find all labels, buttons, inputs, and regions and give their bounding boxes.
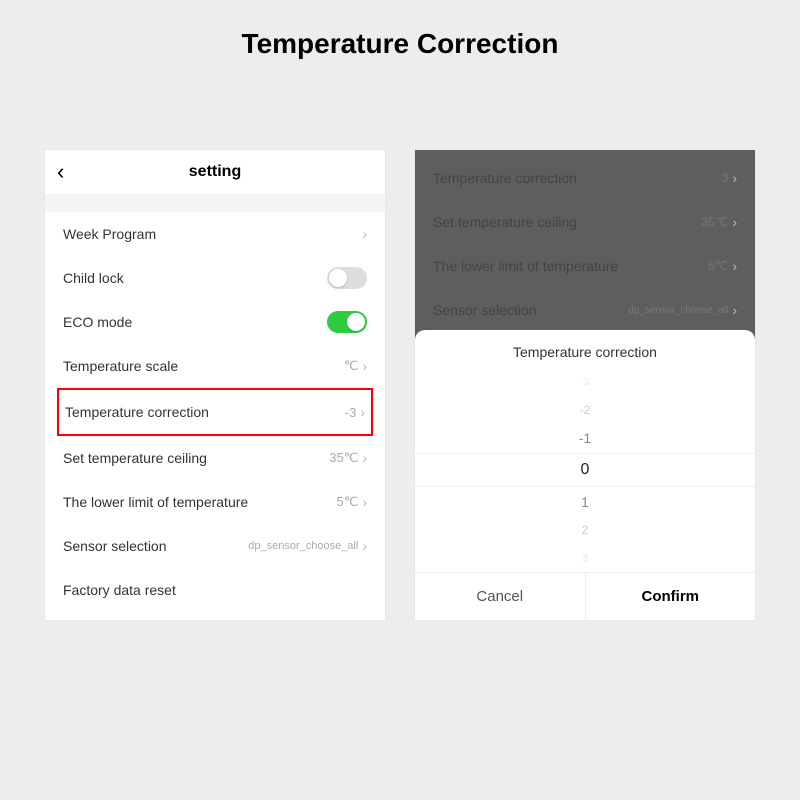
wheel-option[interactable]: 3	[582, 545, 588, 571]
chevron-right-icon: ›	[360, 404, 365, 420]
row-value: 5℃›	[336, 494, 367, 510]
picker-title: Temperature correction	[415, 330, 755, 368]
wheel-option-selected[interactable]: 0	[415, 453, 755, 487]
settings-header: ‹ setting	[45, 150, 385, 194]
row-label: Factory data reset	[63, 582, 176, 598]
picker-sheet: Temperature correction -3 -2 -1 0 1 2 3 …	[415, 330, 755, 620]
chevron-right-icon: ›	[732, 170, 737, 186]
picker-wheel[interactable]: -3 -2 -1 0 1 2 3	[415, 368, 755, 572]
row-label: Temperature correction	[65, 404, 209, 420]
row-child-lock: Child lock	[63, 256, 367, 300]
back-icon[interactable]: ‹	[57, 161, 64, 183]
header-gap	[45, 194, 385, 212]
chevron-right-icon: ›	[362, 226, 367, 242]
dimmed-background: Temperature correction -3› Set temperatu…	[415, 150, 755, 340]
dimmed-list: Temperature correction -3› Set temperatu…	[415, 150, 755, 332]
cancel-button[interactable]: Cancel	[415, 573, 585, 620]
toggle-knob	[347, 313, 365, 331]
phone-screens-container: ‹ setting Week Program › Child lock ECO …	[0, 150, 800, 620]
dim-row-value: dp_sensor_choose_all›	[628, 302, 737, 318]
settings-title: setting	[189, 163, 241, 181]
chevron-right-icon: ›	[362, 450, 367, 466]
row-week-program[interactable]: Week Program ›	[63, 212, 367, 256]
wheel-option[interactable]: 2	[582, 517, 589, 543]
row-factory-data-reset[interactable]: Factory data reset	[63, 568, 367, 612]
chevron-right-icon: ›	[732, 302, 737, 318]
dim-row-label: Sensor selection	[433, 302, 537, 318]
wheel-option[interactable]: -1	[579, 425, 591, 451]
dim-row-label: Set temperature ceiling	[433, 214, 577, 230]
row-label: The lower limit of temperature	[63, 494, 248, 510]
row-value: dp_sensor_choose_all›	[248, 538, 367, 554]
row-eco-mode: ECO mode	[63, 300, 367, 344]
row-label: ECO mode	[63, 314, 132, 330]
chevron-right-icon: ›	[362, 538, 367, 554]
row-label: Child lock	[63, 270, 124, 286]
toggle-knob	[329, 269, 347, 287]
chevron-right-icon: ›	[732, 258, 737, 274]
child-lock-toggle[interactable]	[327, 267, 367, 289]
phone-picker-screen: Temperature correction -3› Set temperatu…	[415, 150, 755, 620]
dim-row-label: Temperature correction	[433, 170, 577, 186]
chevron-right-icon: ›	[362, 358, 367, 374]
row-value: ›	[362, 226, 367, 242]
row-lower-limit-temperature[interactable]: The lower limit of temperature 5℃›	[63, 480, 367, 524]
row-label: Week Program	[63, 226, 156, 242]
row-set-temperature-ceiling[interactable]: Set temperature ceiling 35℃›	[63, 436, 367, 480]
eco-mode-toggle[interactable]	[327, 311, 367, 333]
chevron-right-icon: ›	[362, 494, 367, 510]
dim-row-value: -3›	[718, 170, 737, 186]
dim-row-value: 5℃›	[708, 258, 737, 274]
row-label: Set temperature ceiling	[63, 450, 207, 466]
picker-buttons: Cancel Confirm	[415, 572, 755, 620]
dim-row-temp-lower: The lower limit of temperature 5℃›	[433, 244, 737, 288]
wheel-option[interactable]: 1	[581, 489, 589, 515]
wheel-option[interactable]: -3	[581, 369, 590, 395]
row-value: ℃›	[344, 358, 367, 374]
wheel-option[interactable]: -2	[580, 397, 591, 423]
row-temperature-correction[interactable]: Temperature correction -3›	[65, 390, 365, 434]
row-value: -3›	[345, 404, 365, 420]
phone-settings-screen: ‹ setting Week Program › Child lock ECO …	[45, 150, 385, 620]
row-label: Sensor selection	[63, 538, 167, 554]
row-sensor-selection[interactable]: Sensor selection dp_sensor_choose_all›	[63, 524, 367, 568]
dim-row-temp-correction: Temperature correction -3›	[433, 156, 737, 200]
dim-row-sensor-selection: Sensor selection dp_sensor_choose_all›	[433, 288, 737, 332]
row-value: 35℃›	[329, 450, 367, 466]
row-temperature-scale[interactable]: Temperature scale ℃›	[63, 344, 367, 388]
confirm-button[interactable]: Confirm	[585, 573, 756, 620]
row-label: Temperature scale	[63, 358, 178, 374]
dim-row-temp-ceiling: Set temperature ceiling 35℃›	[433, 200, 737, 244]
highlight-temperature-correction: Temperature correction -3›	[57, 388, 373, 436]
page-title: Temperature Correction	[0, 0, 800, 60]
chevron-right-icon: ›	[732, 214, 737, 230]
dim-row-value: 35℃›	[702, 214, 738, 230]
settings-list: Week Program › Child lock ECO mode Tempe…	[45, 212, 385, 612]
dim-row-label: The lower limit of temperature	[433, 258, 618, 274]
